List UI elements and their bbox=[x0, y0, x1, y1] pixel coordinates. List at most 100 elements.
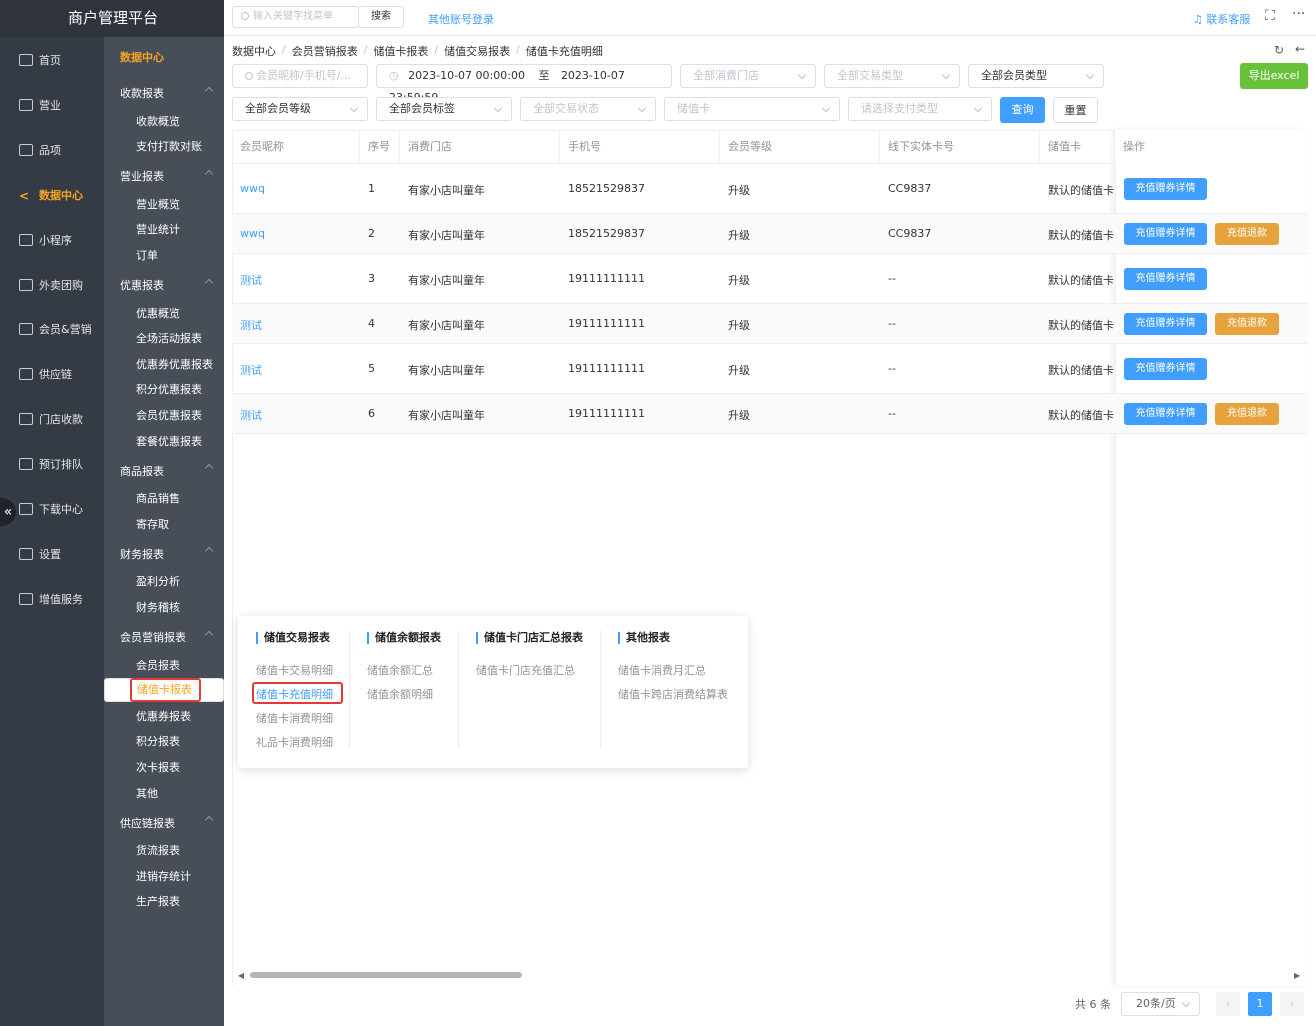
sub-nav-group[interactable]: 商品报表 bbox=[104, 458, 224, 483]
member-type-select[interactable]: 全部会员类型 bbox=[968, 64, 1104, 88]
menu-search-input[interactable]: 输入关键字找菜单 bbox=[232, 6, 359, 28]
prev-page-button[interactable]: ‹ bbox=[1216, 992, 1240, 1016]
sub-nav-item[interactable]: 支付打款对账 bbox=[104, 134, 224, 159]
pay-type-select[interactable]: 请选择支付类型 bbox=[848, 97, 992, 121]
breadcrumb-item[interactable]: 会员营销报表 bbox=[292, 43, 358, 59]
recharge-coupon-detail-button[interactable]: 充值赠券详情 bbox=[1124, 223, 1207, 245]
main-nav-item[interactable]: 供应链 bbox=[0, 352, 104, 396]
popup-report-link[interactable]: 储值余额明细 bbox=[367, 686, 433, 702]
next-page-button[interactable]: › bbox=[1280, 992, 1304, 1016]
member-nick-link[interactable]: 测试 bbox=[232, 272, 360, 288]
member-level-select[interactable]: 全部会员等级 bbox=[232, 97, 368, 121]
member-tag-select[interactable]: 全部会员标签 bbox=[376, 97, 512, 121]
popup-report-link[interactable]: 储值卡交易明细 bbox=[256, 662, 333, 678]
sub-nav-item[interactable]: 财务稽核 bbox=[104, 594, 224, 619]
main-nav-item[interactable]: 品项 bbox=[0, 128, 104, 172]
scroll-right-icon[interactable]: ▶ bbox=[1294, 971, 1300, 980]
recharge-refund-button[interactable]: 充值退款 bbox=[1215, 313, 1279, 335]
horizontal-scrollbar[interactable]: ◀ ▶ bbox=[232, 968, 1308, 982]
more-icon[interactable]: ··· bbox=[1292, 6, 1305, 22]
sub-nav-item[interactable]: 营业概览 bbox=[104, 191, 224, 216]
main-nav-item[interactable]: 会员&营销 bbox=[0, 307, 104, 351]
trade-status-select[interactable]: 全部交易状态 bbox=[520, 97, 656, 121]
breadcrumb-item[interactable]: 储值交易报表 bbox=[444, 43, 510, 59]
sub-nav-group[interactable]: 收款报表 bbox=[104, 81, 224, 106]
store-select[interactable]: 全部消费门店 bbox=[680, 64, 816, 88]
breadcrumb-item[interactable]: 储值卡报表 bbox=[373, 43, 428, 59]
member-nick-link[interactable]: 测试 bbox=[232, 317, 360, 333]
sub-nav-item[interactable]: 收款概览 bbox=[104, 108, 224, 133]
sub-nav-item[interactable]: 生产报表 bbox=[104, 889, 224, 914]
sub-nav-item[interactable]: 会员优惠报表 bbox=[104, 402, 224, 427]
sub-nav-group[interactable]: 优惠报表 bbox=[104, 273, 224, 298]
sub-nav-item[interactable]: 营业统计 bbox=[104, 217, 224, 242]
sub-nav-item[interactable]: 套餐优惠报表 bbox=[104, 428, 224, 453]
recharge-refund-button[interactable]: 充值退款 bbox=[1215, 403, 1279, 425]
sub-nav-item[interactable]: 积分优惠报表 bbox=[104, 377, 224, 402]
sub-nav-item[interactable]: 盈利分析 bbox=[104, 569, 224, 594]
query-button[interactable]: 查询 bbox=[1000, 97, 1045, 123]
main-nav-item[interactable]: 小程序 bbox=[0, 218, 104, 262]
popup-report-link[interactable]: 储值余额汇总 bbox=[367, 662, 433, 678]
sub-nav-item[interactable]: 寄存取 bbox=[104, 511, 224, 536]
sub-nav-item[interactable]: 全场活动报表 bbox=[104, 326, 224, 351]
recharge-coupon-detail-button[interactable]: 充值赠券详情 bbox=[1124, 178, 1207, 200]
main-nav-item[interactable]: < 数据中心 bbox=[0, 173, 104, 217]
recharge-refund-button[interactable]: 充值退款 bbox=[1215, 223, 1279, 245]
reset-button[interactable]: 重置 bbox=[1053, 97, 1098, 123]
popup-report-link[interactable]: 储值卡跨店消费结算表 bbox=[618, 686, 728, 702]
popup-report-link[interactable]: 储值卡消费明细 bbox=[256, 710, 333, 726]
sub-nav-item[interactable]: 优惠券优惠报表 bbox=[104, 351, 224, 376]
sub-nav-item[interactable]: 会员报表 bbox=[104, 652, 224, 677]
member-nick-link[interactable]: 测试 bbox=[232, 407, 360, 423]
member-nick-link[interactable]: wwq bbox=[232, 227, 360, 240]
sub-nav-item[interactable]: 货流报表 bbox=[104, 838, 224, 863]
other-account-login-link[interactable]: 其他账号登录 bbox=[428, 11, 494, 27]
recharge-coupon-detail-button[interactable]: 充值赠券详情 bbox=[1124, 358, 1207, 380]
refresh-icon[interactable]: ↻ bbox=[1274, 43, 1284, 57]
main-nav-item[interactable]: 营业 bbox=[0, 83, 104, 127]
sub-nav-group[interactable]: 会员营销报表 bbox=[104, 625, 224, 650]
sub-nav-group[interactable]: 财务报表 bbox=[104, 541, 224, 566]
breadcrumb-item[interactable]: 数据中心 bbox=[232, 43, 276, 59]
fullscreen-icon[interactable]: ⛶ bbox=[1265, 8, 1275, 24]
popup-report-link[interactable]: 储值卡消费月汇总 bbox=[618, 662, 706, 678]
sub-nav-item[interactable]: 其他 bbox=[104, 780, 224, 805]
main-nav-item[interactable]: 外卖团购 bbox=[0, 263, 104, 307]
scroll-left-icon[interactable]: ◀ bbox=[238, 971, 244, 980]
sub-nav-group[interactable]: 营业报表 bbox=[104, 164, 224, 189]
chevron-down-icon bbox=[973, 103, 983, 113]
contact-service-link[interactable]: ♫ 联系客服 bbox=[1193, 11, 1250, 27]
sub-nav-item[interactable]: 订单 bbox=[104, 242, 224, 267]
main-nav-item[interactable]: 设置 bbox=[0, 532, 104, 576]
trade-type-select[interactable]: 全部交易类型 bbox=[824, 64, 960, 88]
recharge-coupon-detail-button[interactable]: 充值赠券详情 bbox=[1124, 403, 1207, 425]
main-nav-item[interactable]: 门店收款 bbox=[0, 397, 104, 441]
main-nav-item[interactable]: 首页 bbox=[0, 38, 104, 82]
scrollbar-thumb[interactable] bbox=[250, 972, 522, 978]
sub-nav-item[interactable]: 积分报表 bbox=[104, 729, 224, 754]
table-cell: -- bbox=[888, 362, 896, 375]
sub-nav-item[interactable]: 进销存统计 bbox=[104, 863, 224, 888]
member-search-input[interactable]: 会员昵称/手机号/... bbox=[232, 64, 368, 88]
menu-search-button[interactable]: 搜索 bbox=[358, 6, 404, 28]
popup-report-link[interactable]: 储值卡门店充值汇总 bbox=[476, 662, 575, 678]
sub-nav-group[interactable]: 供应链报表 bbox=[104, 810, 224, 835]
export-excel-button[interactable]: 导出excel bbox=[1240, 63, 1308, 89]
member-nick-link[interactable]: 测试 bbox=[232, 362, 360, 378]
popup-report-link[interactable]: 礼品卡消费明细 bbox=[256, 734, 333, 750]
page-1-button[interactable]: 1 bbox=[1248, 992, 1272, 1016]
member-nick-link[interactable]: wwq bbox=[232, 182, 360, 195]
stored-card-select[interactable]: 储值卡 bbox=[664, 97, 840, 121]
recharge-coupon-detail-button[interactable]: 充值赠券详情 bbox=[1124, 313, 1207, 335]
main-nav-item[interactable]: 增值服务 bbox=[0, 577, 104, 621]
sub-nav-item[interactable]: 次卡报表 bbox=[104, 754, 224, 779]
page-size-select[interactable]: 20条/页 bbox=[1121, 992, 1200, 1016]
back-arrow-icon[interactable]: ← bbox=[1295, 42, 1305, 56]
main-nav-item[interactable]: 预订排队 bbox=[0, 442, 104, 486]
sub-nav-item[interactable]: 商品销售 bbox=[104, 486, 224, 511]
sub-nav-item[interactable]: 优惠概览 bbox=[104, 300, 224, 325]
sub-nav-item[interactable]: 优惠券报表 bbox=[104, 703, 224, 728]
date-range-picker[interactable]: ◷ 2023-10-07 00:00:00 至 2023-10-07 23:59… bbox=[376, 64, 672, 104]
recharge-coupon-detail-button[interactable]: 充值赠券详情 bbox=[1124, 268, 1207, 290]
